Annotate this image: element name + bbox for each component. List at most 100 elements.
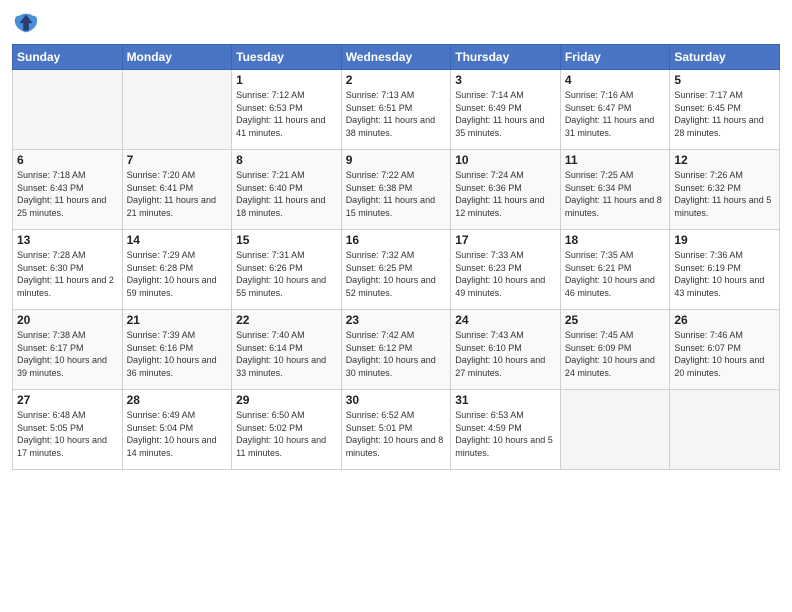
day-info: Sunrise: 7:21 AM Sunset: 6:40 PM Dayligh… — [236, 169, 337, 219]
calendar-day-9: 9 Sunrise: 7:22 AM Sunset: 6:38 PM Daylig… — [341, 150, 451, 230]
calendar-day-6: 6Sunrise: 7:18 AM Sunset: 6:43 PM Daylig… — [13, 150, 123, 230]
page-container: SundayMondayTuesdayWednesdayThursdayFrid… — [0, 0, 792, 478]
calendar-day-20: 20 Sunrise: 7:38 AM Sunset: 6:17 PM Dayli… — [13, 310, 123, 390]
calendar-day-24: 24 Sunrise: 7:43 AM Sunset: 6:10 PM Dayli… — [451, 310, 561, 390]
day-number: 8 — [236, 153, 337, 167]
day-info: Sunrise: 7:26 AM Sunset: 6:32 PM Dayligh… — [674, 169, 775, 219]
day-number: 2 — [346, 73, 447, 87]
calendar-day-3: 3Sunrise: 7:14 AM Sunset: 6:49 PM Daylig… — [451, 70, 561, 150]
day-info: Sunrise: 7:46 AM Sunset: 6:07 PM Dayligh… — [674, 329, 775, 379]
day-number: 14 — [127, 233, 228, 247]
day-number: 13 — [17, 233, 118, 247]
day-info: Sunrise: 6:50 AM Sunset: 5:02 PM Dayligh… — [236, 409, 337, 459]
calendar-day-5: 5 Sunrise: 7:17 AM Sunset: 6:45 PM Daylig… — [670, 70, 780, 150]
day-info: Sunrise: 7:43 AM Sunset: 6:10 PM Dayligh… — [455, 329, 556, 379]
day-number: 24 — [455, 313, 556, 327]
calendar-day-11: 11 Sunrise: 7:25 AM Sunset: 6:34 PM Dayli… — [560, 150, 670, 230]
day-info: Sunrise: 7:40 AM Sunset: 6:14 PM Dayligh… — [236, 329, 337, 379]
calendar-week-row: 13 Sunrise: 7:28 AM Sunset: 6:30 PM Dayli… — [13, 230, 780, 310]
calendar-day-31: 31 Sunrise: 6:53 AM Sunset: 4:59 PM Dayli… — [451, 390, 561, 470]
weekday-header-saturday: Saturday — [670, 45, 780, 70]
day-info: Sunrise: 7:28 AM Sunset: 6:30 PM Dayligh… — [17, 249, 118, 299]
calendar-empty-cell — [122, 70, 232, 150]
day-info: Sunrise: 6:49 AM Sunset: 5:04 PM Dayligh… — [127, 409, 228, 459]
day-number: 6 — [17, 153, 118, 167]
weekday-header-wednesday: Wednesday — [341, 45, 451, 70]
day-number: 20 — [17, 313, 118, 327]
logo — [12, 10, 44, 38]
day-number: 28 — [127, 393, 228, 407]
weekday-header-thursday: Thursday — [451, 45, 561, 70]
calendar-empty-cell — [13, 70, 123, 150]
calendar-day-15: 15 Sunrise: 7:31 AM Sunset: 6:26 PM Dayli… — [232, 230, 342, 310]
day-number: 3 — [455, 73, 556, 87]
day-number: 30 — [346, 393, 447, 407]
calendar-day-8: 8 Sunrise: 7:21 AM Sunset: 6:40 PM Daylig… — [232, 150, 342, 230]
day-info: Sunrise: 7:13 AM Sunset: 6:51 PM Dayligh… — [346, 89, 447, 139]
day-info: Sunrise: 7:33 AM Sunset: 6:23 PM Dayligh… — [455, 249, 556, 299]
day-number: 29 — [236, 393, 337, 407]
day-info: Sunrise: 7:12 AM Sunset: 6:53 PM Dayligh… — [236, 89, 337, 139]
day-info: Sunrise: 7:16 AM Sunset: 6:47 PM Dayligh… — [565, 89, 666, 139]
logo-icon — [12, 10, 40, 38]
weekday-header-monday: Monday — [122, 45, 232, 70]
day-info: Sunrise: 6:52 AM Sunset: 5:01 PM Dayligh… — [346, 409, 447, 459]
calendar-day-25: 25Sunrise: 7:45 AM Sunset: 6:09 PM Dayli… — [560, 310, 670, 390]
day-number: 26 — [674, 313, 775, 327]
day-number: 22 — [236, 313, 337, 327]
day-number: 27 — [17, 393, 118, 407]
day-number: 5 — [674, 73, 775, 87]
calendar-day-16: 16Sunrise: 7:32 AM Sunset: 6:25 PM Dayli… — [341, 230, 451, 310]
calendar-day-17: 17Sunrise: 7:33 AM Sunset: 6:23 PM Dayli… — [451, 230, 561, 310]
day-number: 21 — [127, 313, 228, 327]
calendar-day-28: 28 Sunrise: 6:49 AM Sunset: 5:04 PM Dayli… — [122, 390, 232, 470]
day-number: 7 — [127, 153, 228, 167]
calendar-empty-cell — [560, 390, 670, 470]
calendar-day-29: 29 Sunrise: 6:50 AM Sunset: 5:02 PM Dayli… — [232, 390, 342, 470]
calendar-day-7: 7 Sunrise: 7:20 AM Sunset: 6:41 PM Daylig… — [122, 150, 232, 230]
day-number: 1 — [236, 73, 337, 87]
day-number: 12 — [674, 153, 775, 167]
day-number: 10 — [455, 153, 556, 167]
day-info: Sunrise: 7:22 AM Sunset: 6:38 PM Dayligh… — [346, 169, 447, 219]
day-number: 15 — [236, 233, 337, 247]
day-info: Sunrise: 7:20 AM Sunset: 6:41 PM Dayligh… — [127, 169, 228, 219]
day-info: Sunrise: 7:29 AM Sunset: 6:28 PM Dayligh… — [127, 249, 228, 299]
calendar-day-10: 10Sunrise: 7:24 AM Sunset: 6:36 PM Dayli… — [451, 150, 561, 230]
calendar-week-row: 27 Sunrise: 6:48 AM Sunset: 5:05 PM Dayli… — [13, 390, 780, 470]
calendar-day-21: 21 Sunrise: 7:39 AM Sunset: 6:16 PM Dayli… — [122, 310, 232, 390]
calendar-day-2: 2 Sunrise: 7:13 AM Sunset: 6:51 PM Daylig… — [341, 70, 451, 150]
calendar-day-19: 19 Sunrise: 7:36 AM Sunset: 6:19 PM Dayli… — [670, 230, 780, 310]
header — [12, 10, 780, 38]
day-info: Sunrise: 7:36 AM Sunset: 6:19 PM Dayligh… — [674, 249, 775, 299]
day-number: 11 — [565, 153, 666, 167]
calendar-day-27: 27 Sunrise: 6:48 AM Sunset: 5:05 PM Dayli… — [13, 390, 123, 470]
weekday-header-tuesday: Tuesday — [232, 45, 342, 70]
calendar-table: SundayMondayTuesdayWednesdayThursdayFrid… — [12, 44, 780, 470]
calendar-day-4: 4 Sunrise: 7:16 AM Sunset: 6:47 PM Daylig… — [560, 70, 670, 150]
calendar-day-26: 26 Sunrise: 7:46 AM Sunset: 6:07 PM Dayli… — [670, 310, 780, 390]
calendar-day-22: 22 Sunrise: 7:40 AM Sunset: 6:14 PM Dayli… — [232, 310, 342, 390]
day-number: 25 — [565, 313, 666, 327]
day-info: Sunrise: 7:17 AM Sunset: 6:45 PM Dayligh… — [674, 89, 775, 139]
day-number: 31 — [455, 393, 556, 407]
weekday-header-row: SundayMondayTuesdayWednesdayThursdayFrid… — [13, 45, 780, 70]
day-info: Sunrise: 7:32 AM Sunset: 6:25 PM Dayligh… — [346, 249, 447, 299]
calendar-week-row: 1 Sunrise: 7:12 AM Sunset: 6:53 PM Daylig… — [13, 70, 780, 150]
day-info: Sunrise: 7:39 AM Sunset: 6:16 PM Dayligh… — [127, 329, 228, 379]
day-number: 4 — [565, 73, 666, 87]
day-number: 23 — [346, 313, 447, 327]
calendar-day-30: 30 Sunrise: 6:52 AM Sunset: 5:01 PM Dayli… — [341, 390, 451, 470]
day-info: Sunrise: 7:31 AM Sunset: 6:26 PM Dayligh… — [236, 249, 337, 299]
day-info: Sunrise: 7:25 AM Sunset: 6:34 PM Dayligh… — [565, 169, 666, 219]
day-info: Sunrise: 7:42 AM Sunset: 6:12 PM Dayligh… — [346, 329, 447, 379]
calendar-day-14: 14 Sunrise: 7:29 AM Sunset: 6:28 PM Dayli… — [122, 230, 232, 310]
day-number: 19 — [674, 233, 775, 247]
day-info: Sunrise: 6:48 AM Sunset: 5:05 PM Dayligh… — [17, 409, 118, 459]
calendar-week-row: 6Sunrise: 7:18 AM Sunset: 6:43 PM Daylig… — [13, 150, 780, 230]
day-number: 9 — [346, 153, 447, 167]
day-info: Sunrise: 7:38 AM Sunset: 6:17 PM Dayligh… — [17, 329, 118, 379]
calendar-day-1: 1 Sunrise: 7:12 AM Sunset: 6:53 PM Daylig… — [232, 70, 342, 150]
day-info: Sunrise: 6:53 AM Sunset: 4:59 PM Dayligh… — [455, 409, 556, 459]
calendar-week-row: 20 Sunrise: 7:38 AM Sunset: 6:17 PM Dayli… — [13, 310, 780, 390]
